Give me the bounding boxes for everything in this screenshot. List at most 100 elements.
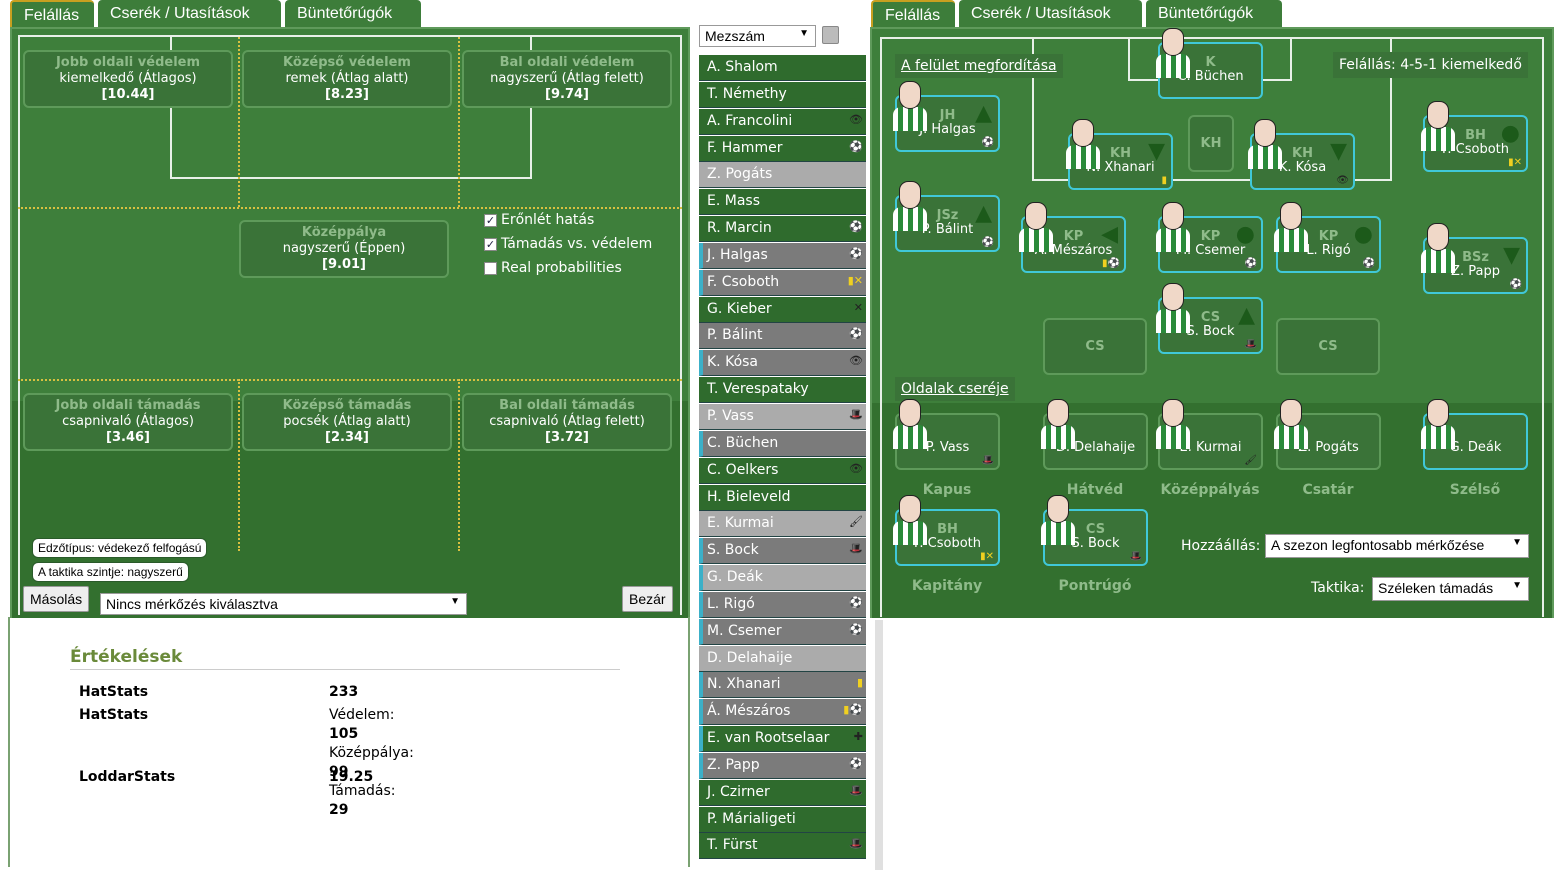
stat-value: 105 — [329, 726, 359, 742]
player-slot[interactable]: CS S. Bock 🎩 — [1041, 495, 1148, 566]
yellow-card-icon: ▮ — [1161, 175, 1167, 186]
player-slot[interactable]: JSz P. Bálint ▲ ⚽ — [893, 181, 1000, 252]
order-up-icon[interactable]: ▲ — [975, 203, 992, 225]
player-slot[interactable]: P. Vass 🎩 — [893, 399, 1000, 470]
player-slot[interactable]: KP M. Csemer ● ⚽ — [1156, 202, 1263, 273]
rating-title: Középpálya — [301, 225, 387, 240]
player-list-item[interactable]: C. Büchen — [699, 430, 866, 457]
player-list-item[interactable]: T. Verespataky — [699, 377, 866, 404]
player-list-item[interactable]: G. Kieber ✕ — [699, 296, 866, 323]
player-list-item[interactable]: E. Mass — [699, 189, 866, 216]
order-up-icon[interactable]: ▲ — [1238, 305, 1255, 327]
player-slot[interactable]: KP L. Rigó ● ⚽ — [1274, 202, 1381, 273]
player-list-item[interactable]: Z. Pogáts — [699, 162, 866, 189]
player-slot[interactable]: KH N. Xhanari ▼ ▮ — [1066, 119, 1173, 190]
player-slot[interactable]: K C. Büchen — [1156, 28, 1263, 99]
order-up-icon[interactable]: ▲ — [975, 103, 992, 125]
attitude-value: A szezon legfontosabb mérkőzése — [1271, 537, 1485, 553]
player-slot[interactable]: D. Delahaije — [1041, 399, 1148, 470]
player-name: L. Rigó — [707, 595, 755, 612]
checkbox[interactable] — [484, 261, 497, 275]
player-list-item[interactable]: P. Vass 🎩 — [699, 403, 866, 430]
player-list-item[interactable]: A. Francolini 👁 — [699, 108, 866, 135]
order-down-icon[interactable]: ▼ — [1148, 141, 1165, 163]
player-list-item[interactable]: Z. Papp ⚽ — [699, 752, 866, 779]
tab-1[interactable]: Cserék / Utasítások — [959, 0, 1142, 29]
tab-2[interactable]: Büntetőrúgók — [285, 0, 421, 29]
order-left-icon[interactable]: ◀ — [1101, 224, 1118, 246]
player-list-item[interactable]: L. Rigó ⚽ — [699, 591, 866, 618]
order-normal-icon[interactable]: ● — [1236, 224, 1255, 246]
player-list-item[interactable]: F. Csoboth ▮✕ — [699, 269, 866, 296]
order-normal-icon[interactable]: ● — [1501, 123, 1520, 145]
player-list-item[interactable]: M. Csemer ⚽ — [699, 618, 866, 645]
copy-button[interactable]: Másolás — [23, 586, 90, 612]
sort-select[interactable]: Mezszám ▼ — [699, 25, 816, 47]
order-down-icon[interactable]: ▼ — [1330, 141, 1347, 163]
player-list-item[interactable]: A. Shalom — [699, 55, 866, 81]
order-down-icon[interactable]: ▼ — [1503, 245, 1520, 267]
rating-value: [9.01] — [322, 257, 366, 272]
player-list-item[interactable]: P. Márialigeti — [699, 806, 866, 833]
player-list-item[interactable]: E. van Rootselaar ✚ — [699, 726, 866, 753]
player-slot[interactable]: KP A. Mészáros ◀ ▮⚽ — [1019, 202, 1126, 273]
checkbox[interactable]: ✓ — [484, 237, 497, 251]
tab-0[interactable]: Felállás — [871, 0, 955, 29]
order-normal-icon[interactable]: ● — [1354, 224, 1373, 246]
sort-select-value: Mezszám — [705, 28, 765, 44]
checkbox[interactable]: ✓ — [484, 213, 497, 227]
formation-label: Felállás: 4-5-1 kiemelkedő — [1333, 52, 1528, 78]
player-list-item[interactable]: C. Oelkers 👁 — [699, 457, 866, 484]
empty-slot[interactable]: CS — [1276, 318, 1380, 375]
player-list-item[interactable]: K. Kósa 👁 — [699, 350, 866, 377]
stat-key: Középpálya: — [329, 745, 414, 761]
player-slot[interactable]: Z. Pogáts — [1274, 399, 1381, 470]
player-list-item[interactable]: P. Bálint ⚽ — [699, 323, 866, 350]
tab-1[interactable]: Cserék / Utasítások — [98, 0, 281, 29]
player-slot[interactable]: KH K. Kósa ▼ 👁 — [1248, 119, 1355, 190]
empty-slot[interactable]: KH — [1188, 115, 1234, 172]
attitude-label: Hozzáállás: — [1181, 538, 1261, 554]
player-slot[interactable]: E. Kurmai 🖌 — [1156, 399, 1263, 470]
player-list-item[interactable]: F. Hammer ⚽ — [699, 135, 866, 162]
scrollbar[interactable] — [875, 620, 883, 870]
swap-sides-link[interactable]: Oldalak cseréje — [895, 377, 1015, 401]
player-list-item[interactable]: R. Marcin ⚽ — [699, 216, 866, 243]
player-slot[interactable]: BSz Z. Papp ▼ ⚽ — [1421, 223, 1528, 294]
rating-box: Jobb oldali támadás csapnivaló (Átlagos)[… — [23, 393, 233, 451]
match-select[interactable]: Nincs mérkőzés kiválasztva ▼ — [100, 593, 467, 615]
close-button[interactable]: Bezár — [622, 586, 673, 612]
player-list-item[interactable]: T. Némethy — [699, 81, 866, 108]
player-list-item[interactable]: S. Bock 🎩 — [699, 538, 866, 565]
player-list-item[interactable]: G. Deák — [699, 565, 866, 592]
tab-0[interactable]: Felállás — [10, 0, 94, 29]
tab-2[interactable]: Büntetőrúgók — [1146, 0, 1282, 29]
player-slot[interactable]: CS S. Bock ▲ 🎩 — [1156, 283, 1263, 354]
player-list-item[interactable]: E. Kurmai 🖌 — [699, 511, 866, 538]
player-list-item[interactable]: T. Fürst 🎩 — [699, 833, 866, 860]
checkbox-option[interactable]: ✓ Támadás vs. védelem — [484, 236, 652, 252]
player-list-item[interactable]: H. Bieleveld — [699, 484, 866, 511]
player-name: J. Halgas — [707, 246, 768, 263]
player-avatar — [1156, 202, 1190, 254]
player-list-item[interactable]: J. Halgas ⚽ — [699, 242, 866, 269]
tactic-select[interactable]: Széleken támadás ▼ — [1372, 577, 1529, 601]
player-list-item[interactable]: J. Czirner 🎩 — [699, 779, 866, 806]
player-list-item[interactable]: D. Delahaije — [699, 645, 866, 672]
empty-slot[interactable]: CS — [1043, 318, 1147, 375]
player-slot[interactable]: BH F. Csoboth ● ▮✕ — [1421, 101, 1528, 172]
player-name: K. Kósa — [707, 354, 759, 371]
player-list-item[interactable]: Á. Mészáros ▮⚽ — [699, 699, 866, 726]
injury-icon: ✚ — [853, 730, 863, 744]
checkbox-option[interactable]: ✓ Erőnlét hatás — [484, 212, 594, 228]
save-icon[interactable] — [822, 26, 839, 44]
player-slot[interactable]: JH J. Halgas ▲ ⚽ — [893, 81, 1000, 152]
rating-box: Középső védelem remek (Átlag alatt) [8.23] — [242, 50, 452, 108]
checkbox-option[interactable]: Real probabilities — [484, 260, 622, 276]
player-slot[interactable]: BH F. Csoboth ▮✕ — [893, 495, 1000, 566]
coach-type: Edzőtípus: védekező felfogású — [32, 538, 208, 558]
player-slot[interactable]: G. Deák — [1421, 399, 1528, 470]
flip-view-link[interactable]: A felület megfordítása — [895, 54, 1063, 78]
player-list-item[interactable]: N. Xhanari ▮ — [699, 672, 866, 699]
attitude-select[interactable]: A szezon legfontosabb mérkőzése ▼ — [1265, 534, 1529, 558]
